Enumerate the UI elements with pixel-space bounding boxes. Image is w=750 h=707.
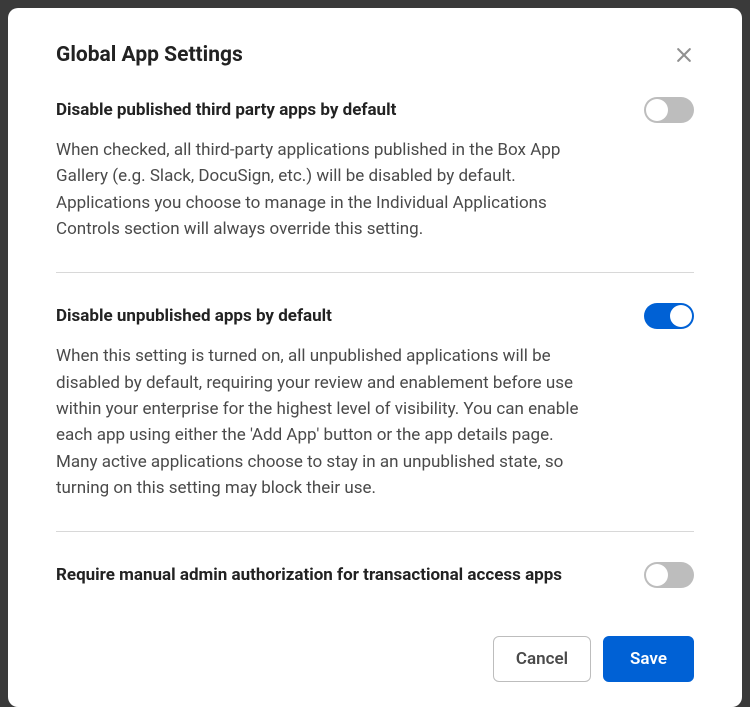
modal-title: Global App Settings [56,43,243,67]
setting-disable-published: Disable published third party apps by de… [56,97,694,272]
toggle-knob [646,564,668,586]
toggle-disable-published[interactable] [644,97,694,123]
button-row: Cancel Save [56,636,694,682]
divider [56,272,694,273]
global-app-settings-modal: Global App Settings Disable published th… [8,8,742,707]
toggle-require-manual-auth[interactable] [644,562,694,588]
divider [56,531,694,532]
cancel-button[interactable]: Cancel [493,636,591,682]
close-icon[interactable] [674,45,694,65]
setting-require-manual-auth: Require manual admin authorization for t… [56,562,694,618]
setting-description: When this setting is turned on, all unpu… [56,343,586,501]
modal-header: Global App Settings [56,43,694,67]
setting-description: When checked, all third-party applicatio… [56,137,586,242]
setting-header-row: Require manual admin authorization for t… [56,562,694,588]
setting-header-row: Disable published third party apps by de… [56,97,694,123]
toggle-knob [646,99,668,121]
setting-title: Disable unpublished apps by default [56,305,332,327]
setting-disable-unpublished: Disable unpublished apps by default When… [56,303,694,531]
setting-header-row: Disable unpublished apps by default [56,303,694,329]
toggle-knob [670,305,692,327]
save-button[interactable]: Save [603,636,694,682]
setting-title: Require manual admin authorization for t… [56,564,562,586]
toggle-disable-unpublished[interactable] [644,303,694,329]
setting-title: Disable published third party apps by de… [56,99,396,121]
